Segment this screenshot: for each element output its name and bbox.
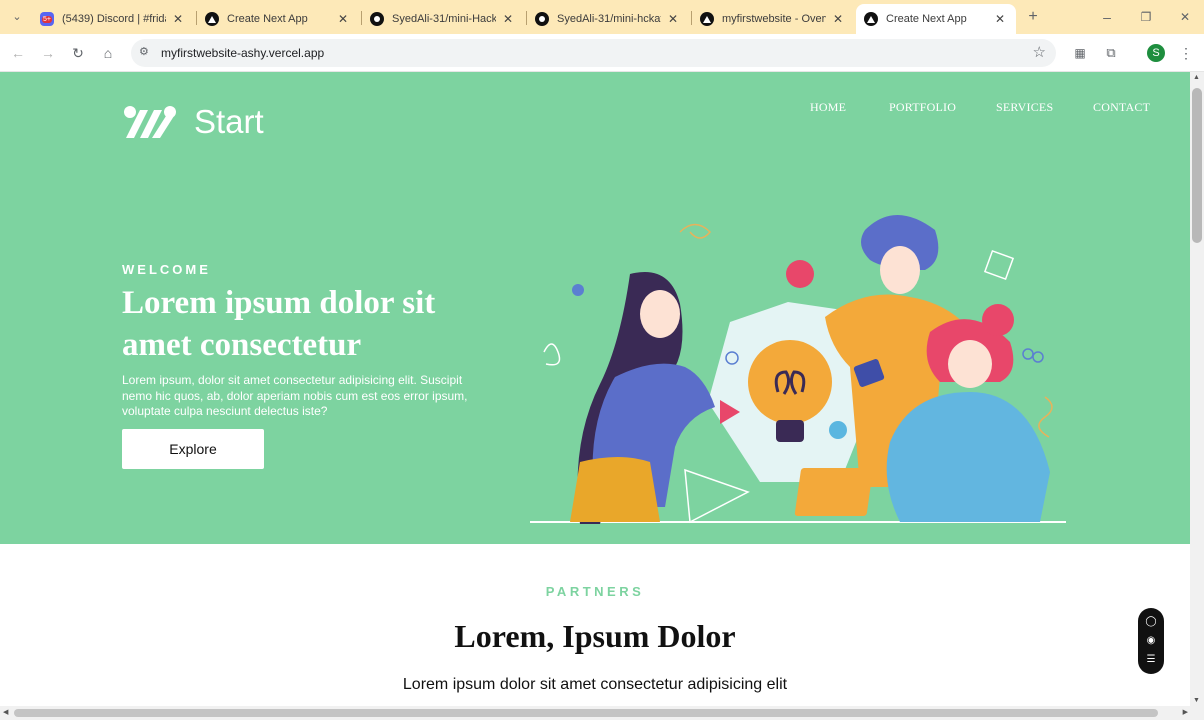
forward-arrow-icon[interactable]: →: [39, 44, 57, 62]
hero-description: Lorem ipsum, dolor sit amet consectetur …: [122, 373, 468, 418]
doodle-squiggle-right: [1038, 396, 1053, 438]
bulb-base: [776, 420, 804, 442]
vertical-scrollbar[interactable]: ▲ ▼: [1190, 72, 1204, 706]
horizontal-scrollbar[interactable]: ◀ ▶: [0, 706, 1204, 720]
woman-left-face: [640, 290, 680, 338]
hero-section: Start HOME PORTFOLIO SERVICES CONTACT WE…: [0, 72, 1190, 544]
browser-tab-create-next-app-active[interactable]: Create Next App ✕: [856, 4, 1016, 34]
browser-tab-discord[interactable]: 5+ (5439) Discord | #friday ✕: [32, 4, 194, 34]
vercel-favicon: [205, 12, 219, 26]
eye-icon[interactable]: ◉: [1147, 635, 1156, 646]
list-icon[interactable]: ☰: [1147, 655, 1156, 665]
tab-title: Create Next App: [227, 13, 308, 25]
partners-eyebrow: PARTNERS: [545, 584, 645, 599]
partners-subtitle: Lorem ipsum dolor sit amet consectetur a…: [402, 676, 788, 693]
doodle-ring: [1032, 351, 1044, 363]
github-favicon: [370, 12, 384, 26]
url-text[interactable]: myfirstwebsite-ashy.vercel.app: [161, 46, 324, 60]
home-icon[interactable]: ⌂: [99, 44, 117, 62]
tab-close-icon[interactable]: ✕: [830, 12, 846, 26]
github-favicon: [535, 12, 549, 26]
woman-right-bun: [982, 304, 1014, 336]
woman-right-body: [886, 392, 1050, 522]
browser-tab-github-1[interactable]: SyedAli-31/mini-Hackat ✕: [362, 4, 524, 34]
reload-icon[interactable]: ↻: [69, 44, 87, 62]
nav-services[interactable]: SERVICES: [996, 100, 1053, 115]
nav-contact[interactable]: CONTACT: [1093, 100, 1150, 115]
extensions-puzzle-icon[interactable]: ⧉: [1102, 44, 1120, 62]
minimize-window-icon[interactable]: –: [1098, 8, 1116, 26]
red-ball: [786, 260, 814, 288]
tab-title: SyedAli-31/mini-Hackat: [392, 13, 496, 25]
brand-name: Start: [194, 103, 264, 140]
woman-right-face: [948, 340, 992, 388]
tab-title: myfirstwebsite - Overvi: [722, 13, 826, 25]
doodle-dot: [572, 284, 584, 296]
tab-title: SyedAli-31/mini-hckath: [557, 13, 661, 25]
tab-close-icon[interactable]: ✕: [992, 12, 1008, 26]
tab-close-icon[interactable]: ✕: [170, 12, 186, 26]
site-info-icon[interactable]: ⚙: [139, 45, 149, 58]
woman-left-skirt: [570, 457, 660, 522]
doodle-square: [983, 249, 1015, 281]
vercel-favicon: [864, 12, 878, 26]
chat-bubble-icon[interactable]: ◯: [1145, 616, 1156, 627]
nav-home[interactable]: HOME: [810, 100, 846, 115]
hero-title: Lorem ipsum dolor sit amet consectetur: [122, 285, 436, 363]
browser-tab-myfirstwebsite-overview[interactable]: myfirstwebsite - Overvi ✕: [692, 4, 854, 34]
scroll-left-arrow-icon[interactable]: ◀: [3, 708, 8, 716]
logo-slashes-icon: [124, 106, 176, 138]
vercel-favicon: [700, 12, 714, 26]
extension-translate-icon[interactable]: ▦: [1071, 44, 1089, 62]
laptop: [794, 468, 873, 516]
bookmark-star-icon[interactable]: ☆: [1033, 43, 1046, 61]
blue-dot: [829, 421, 847, 439]
doodle-swirl: [679, 223, 712, 239]
vertical-scroll-thumb[interactable]: [1192, 88, 1202, 243]
browser-tab-strip: ⌄ 5+ (5439) Discord | #friday ✕ Create N…: [0, 0, 1204, 34]
tab-title: Create Next App: [886, 13, 967, 25]
close-window-icon[interactable]: ✕: [1176, 8, 1194, 26]
profile-avatar[interactable]: S: [1147, 44, 1165, 62]
scroll-right-arrow-icon[interactable]: ▶: [1183, 708, 1188, 716]
tab-search-chevron-icon[interactable]: ⌄: [8, 8, 26, 26]
browser-tab-create-next-app-1[interactable]: Create Next App ✕: [197, 4, 359, 34]
hero-illustration: [530, 215, 1066, 524]
back-arrow-icon[interactable]: ←: [9, 44, 27, 62]
partners-title: Lorem, Ipsum Dolor: [454, 618, 736, 654]
man-face: [880, 246, 920, 294]
tab-close-icon[interactable]: ✕: [335, 12, 351, 26]
menu-kebab-icon[interactable]: ⋮: [1177, 44, 1195, 62]
nav-portfolio[interactable]: PORTFOLIO: [889, 100, 956, 115]
hero-eyebrow: WELCOME: [122, 262, 211, 277]
floating-toolbar[interactable]: ◯ ◉ ☰: [1138, 608, 1164, 674]
explore-button[interactable]: Explore: [122, 429, 264, 469]
horizontal-scroll-thumb[interactable]: [14, 709, 1158, 717]
discord-favicon: 5+: [40, 12, 54, 26]
scroll-up-arrow-icon[interactable]: ▲: [1193, 74, 1200, 81]
doodle-ring: [1022, 348, 1034, 360]
address-bar[interactable]: ⚙ myfirstwebsite-ashy.vercel.app ☆: [131, 39, 1056, 67]
doodle-triangle-outline: [684, 468, 750, 524]
restore-window-icon[interactable]: ❐: [1137, 8, 1155, 26]
tab-close-icon[interactable]: ✕: [665, 12, 681, 26]
tab-close-icon[interactable]: ✕: [500, 12, 516, 26]
new-tab-plus-icon[interactable]: +: [1024, 8, 1042, 26]
brand-logo[interactable]: Start: [122, 102, 264, 142]
doodle-squiggle: [543, 343, 561, 366]
browser-tab-github-2[interactable]: SyedAli-31/mini-hckath ✕: [527, 4, 689, 34]
web-page: Start HOME PORTFOLIO SERVICES CONTACT WE…: [0, 72, 1190, 706]
tab-title: (5439) Discord | #friday: [62, 13, 166, 25]
browser-toolbar: ← → ↻ ⌂ ⚙ myfirstwebsite-ashy.vercel.app…: [0, 34, 1204, 72]
scroll-down-arrow-icon[interactable]: ▼: [1193, 697, 1200, 704]
